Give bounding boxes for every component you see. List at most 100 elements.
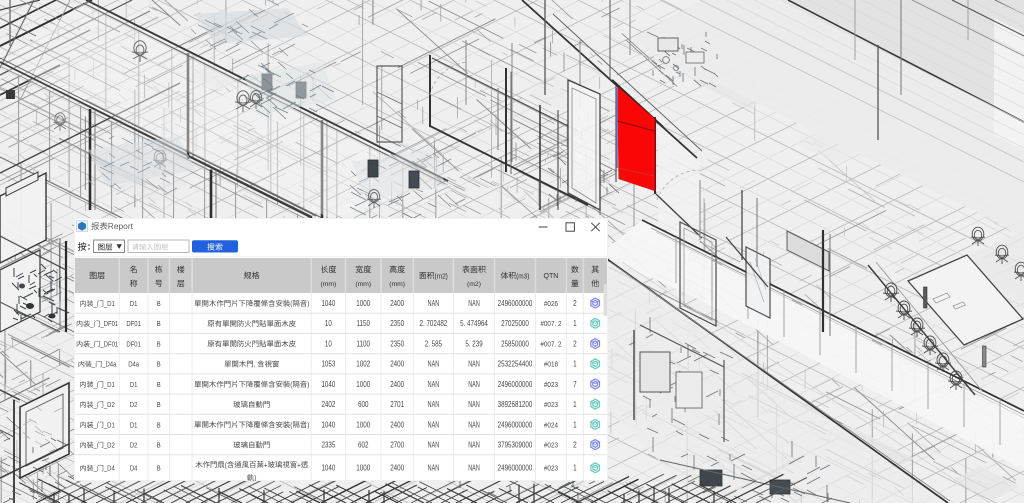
svg-text:2335: 2335 <box>321 441 335 450</box>
svg-text:_D1: _D1 <box>103 301 115 308</box>
svg-text:7: 7 <box>573 380 577 389</box>
svg-text:1: 1 <box>573 420 577 429</box>
svg-text:2350: 2350 <box>390 339 404 348</box>
svg-text:_DF01: _DF01 <box>100 341 119 348</box>
svg-text:_: _ <box>89 341 93 348</box>
svg-text:NAN: NAN <box>468 400 480 409</box>
svg-text:1: 1 <box>573 360 577 369</box>
svg-text:2400: 2400 <box>390 464 404 473</box>
svg-text:+: + <box>297 460 301 469</box>
svg-text:NAN: NAN <box>468 299 480 308</box>
svg-text:B: B <box>157 319 161 328</box>
svg-text:B: B <box>157 380 161 389</box>
svg-text:#007. 2: #007. 2 <box>540 319 561 328</box>
svg-text:NAN: NAN <box>428 400 440 409</box>
svg-text:600: 600 <box>358 400 369 409</box>
svg-text:#023: #023 <box>544 441 558 450</box>
svg-text:): ) <box>307 299 309 308</box>
svg-text:B: B <box>157 339 161 348</box>
svg-text:_: _ <box>89 321 93 328</box>
svg-text:_D2: _D2 <box>103 443 115 450</box>
svg-text:2: 2 <box>573 299 577 308</box>
svg-text:B: B <box>157 400 161 409</box>
svg-text:2. 702482: 2. 702482 <box>420 319 448 328</box>
svg-text:1000: 1000 <box>356 464 370 473</box>
svg-text:NAN: NAN <box>428 380 440 389</box>
svg-text:1002: 1002 <box>356 360 370 369</box>
svg-text:2: 2 <box>573 339 577 348</box>
svg-text:2350: 2350 <box>390 319 404 328</box>
svg-text:D1: D1 <box>130 380 138 389</box>
svg-text:_D4a: _D4a <box>101 362 116 369</box>
svg-text:1000: 1000 <box>356 380 370 389</box>
svg-text:2532254400: 2532254400 <box>498 360 533 369</box>
svg-text:10: 10 <box>325 319 332 328</box>
svg-text:B: B <box>157 299 161 308</box>
svg-text:2400: 2400 <box>390 360 404 369</box>
svg-text:2402: 2402 <box>321 400 335 409</box>
svg-text:NAN: NAN <box>428 299 440 308</box>
svg-text:Report: Report <box>108 221 134 231</box>
svg-text:B: B <box>157 360 161 369</box>
svg-text:3892681200: 3892681200 <box>498 400 533 409</box>
svg-text:#018: #018 <box>544 360 558 369</box>
svg-text:2701: 2701 <box>390 400 404 409</box>
svg-text:10: 10 <box>325 339 332 348</box>
svg-text:2400: 2400 <box>390 299 404 308</box>
svg-text:2700: 2700 <box>390 441 404 450</box>
svg-text:D2: D2 <box>130 400 138 409</box>
svg-text:DF01: DF01 <box>126 319 140 328</box>
svg-text:2. 585: 2. 585 <box>425 339 443 348</box>
svg-text:NAN: NAN <box>468 464 480 473</box>
svg-text::: : <box>88 242 91 252</box>
svg-text:_D1: _D1 <box>103 422 115 429</box>
svg-text:2496000000: 2496000000 <box>498 299 533 308</box>
svg-text:(m2): (m2) <box>467 281 481 288</box>
svg-text:): ) <box>307 420 309 429</box>
svg-text:D2: D2 <box>130 441 138 450</box>
svg-text:_: _ <box>93 382 97 389</box>
svg-text:): ) <box>307 380 309 389</box>
svg-text:1000: 1000 <box>356 299 370 308</box>
svg-text:#024: #024 <box>544 420 558 429</box>
svg-text:B: B <box>157 464 161 473</box>
svg-text:1: 1 <box>573 400 577 409</box>
svg-text:1100: 1100 <box>357 339 371 348</box>
svg-text:2400: 2400 <box>390 420 404 429</box>
svg-text:(m2): (m2) <box>435 271 448 280</box>
svg-text:_: _ <box>91 362 95 369</box>
svg-text:NAN: NAN <box>468 360 480 369</box>
svg-text:D4a: D4a <box>128 360 139 369</box>
svg-text:602: 602 <box>358 441 369 450</box>
svg-text:D1: D1 <box>130 420 138 429</box>
svg-text:NAN: NAN <box>468 441 480 450</box>
svg-text:1: 1 <box>573 464 577 473</box>
svg-text:NAN: NAN <box>428 441 440 450</box>
svg-text:2496000000: 2496000000 <box>498 380 533 389</box>
svg-text:(mm): (mm) <box>389 281 405 288</box>
svg-text:_D2: _D2 <box>103 402 115 409</box>
svg-text:1040: 1040 <box>321 464 335 473</box>
svg-text:5. 239: 5. 239 <box>465 339 483 348</box>
svg-text:2: 2 <box>573 441 577 450</box>
svg-text:2496000000: 2496000000 <box>498 464 533 473</box>
svg-text:1000: 1000 <box>356 420 370 429</box>
svg-text:(mm): (mm) <box>355 281 371 288</box>
svg-text:DF01: DF01 <box>126 339 140 348</box>
svg-text:NAN: NAN <box>428 464 440 473</box>
svg-text:_: _ <box>93 466 97 473</box>
svg-text:_D4: _D4 <box>103 466 115 473</box>
svg-text:(m3): (m3) <box>516 271 529 280</box>
svg-text:_: _ <box>93 443 97 450</box>
svg-text:+: + <box>264 460 268 469</box>
svg-text:27025000: 27025000 <box>501 319 529 328</box>
svg-text:B: B <box>157 441 161 450</box>
svg-text:1040: 1040 <box>321 380 335 389</box>
svg-text:2496000000: 2496000000 <box>498 420 533 429</box>
svg-text:_: _ <box>93 422 97 429</box>
svg-text:D4: D4 <box>130 464 138 473</box>
svg-text:5. 474964: 5. 474964 <box>460 319 488 328</box>
svg-text:#023: #023 <box>544 400 558 409</box>
svg-text:1040: 1040 <box>321 420 335 429</box>
svg-text:_: _ <box>93 402 97 409</box>
